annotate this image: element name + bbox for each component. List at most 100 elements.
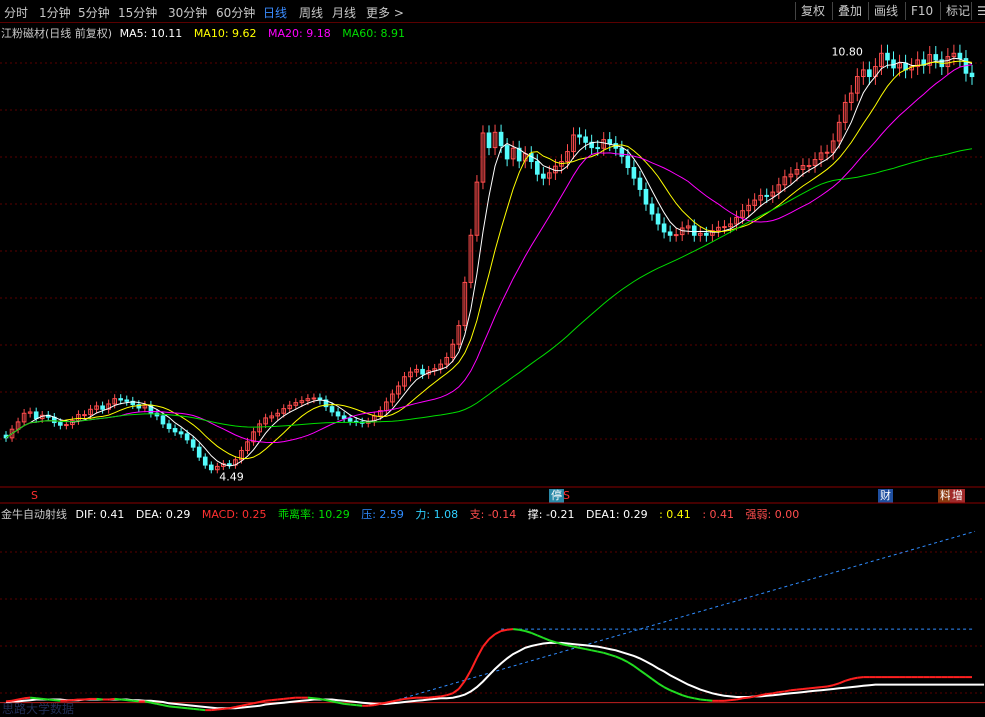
dif-segment [265, 699, 272, 702]
candle-body [764, 194, 770, 197]
candle-body [498, 131, 504, 147]
candle-body [486, 132, 492, 149]
dif-segment [211, 708, 218, 712]
candle-body [595, 147, 600, 150]
candle-body [58, 422, 63, 426]
dif-segment [754, 694, 761, 698]
candle-body [33, 411, 39, 420]
dif-segment [603, 651, 611, 656]
dif-segment [513, 628, 520, 631]
dif-segment [325, 699, 333, 703]
dif-segment [174, 706, 182, 709]
dif-segment [724, 699, 731, 702]
candle-body [347, 418, 353, 422]
candle-body [704, 232, 709, 236]
dif-segment [730, 698, 737, 702]
dif-segment [319, 697, 327, 702]
candle-body [178, 431, 184, 435]
dif-segment [579, 646, 586, 651]
dif-segment [350, 703, 357, 707]
candle-body [691, 225, 697, 236]
candle-body [534, 161, 540, 175]
candle-body [969, 72, 975, 78]
candle-body [824, 151, 830, 154]
dif-segment [96, 697, 103, 701]
indicator-panel [0, 530, 985, 712]
dif-segment [241, 703, 248, 707]
candle-body [607, 139, 613, 145]
dif-segment [742, 696, 749, 700]
ma10-line [5, 60, 973, 460]
dif-segment [217, 707, 224, 711]
dif-segment [380, 701, 387, 705]
candle-body [82, 414, 87, 417]
dif-segment [615, 655, 623, 660]
candle-body [673, 234, 679, 237]
dif-segment [289, 696, 296, 700]
candle-body [722, 226, 727, 229]
dif-segment [132, 699, 139, 703]
candle-body [311, 397, 317, 400]
dif-segment [446, 692, 454, 697]
kline-chart[interactable]: 4.49 10.80 [0, 0, 985, 715]
candle-body [583, 136, 588, 143]
candle-body [957, 52, 963, 60]
dif-segment [476, 646, 484, 659]
candle-body [329, 406, 335, 413]
dif-segment [253, 701, 260, 705]
dif-segment [156, 702, 164, 707]
dif-segment [706, 699, 713, 702]
candle-body [661, 223, 667, 233]
dif-segment [114, 697, 121, 701]
dif-segment [84, 697, 91, 701]
candle-body [166, 423, 172, 430]
dif-segment [126, 699, 133, 702]
dif-segment [410, 696, 417, 700]
dif-segment [524, 630, 532, 634]
dif-segment [434, 695, 441, 699]
candle-body [933, 54, 939, 61]
dif-segment [398, 697, 405, 702]
candle-body [160, 415, 166, 425]
dif-segment [229, 706, 236, 710]
dif-segment [851, 676, 858, 680]
dif-segment [199, 708, 206, 712]
candle-body [619, 147, 625, 157]
dif-segment [150, 701, 158, 705]
dif-segment [597, 650, 604, 654]
dif-segment [247, 702, 254, 706]
dif-segment [585, 648, 592, 652]
dif-segment [542, 636, 550, 642]
dif-segment [277, 697, 284, 701]
candle-body [335, 411, 341, 417]
dif-segment [283, 697, 290, 700]
candle-body [184, 433, 190, 441]
dif-segment [193, 707, 200, 711]
dif-segment [24, 696, 31, 700]
dif-segment [404, 697, 411, 700]
dif-segment [772, 691, 780, 695]
dif-segment [621, 658, 629, 664]
dif-segment [331, 700, 339, 704]
dif-segment [832, 682, 840, 687]
dif-segment [826, 684, 834, 688]
dif-segment [645, 673, 653, 680]
dif-segment [356, 704, 363, 707]
dif-segment [30, 696, 37, 700]
dif-segment [223, 707, 230, 710]
dif-segment [507, 628, 514, 631]
dif-segment [567, 644, 574, 648]
watermark: 思路大学数据 [2, 702, 75, 716]
dif-segment [790, 688, 798, 692]
dif-segment [482, 638, 490, 648]
dif-segment [784, 689, 792, 693]
dif-segment [313, 697, 321, 700]
dif-segment [778, 690, 785, 694]
dif-segment [814, 686, 822, 689]
dif-segment [663, 686, 671, 692]
dif-segment [802, 687, 810, 690]
candle-body [643, 188, 649, 205]
dif-segment [494, 630, 502, 636]
candle-body [625, 155, 631, 169]
candle-body [202, 456, 208, 466]
